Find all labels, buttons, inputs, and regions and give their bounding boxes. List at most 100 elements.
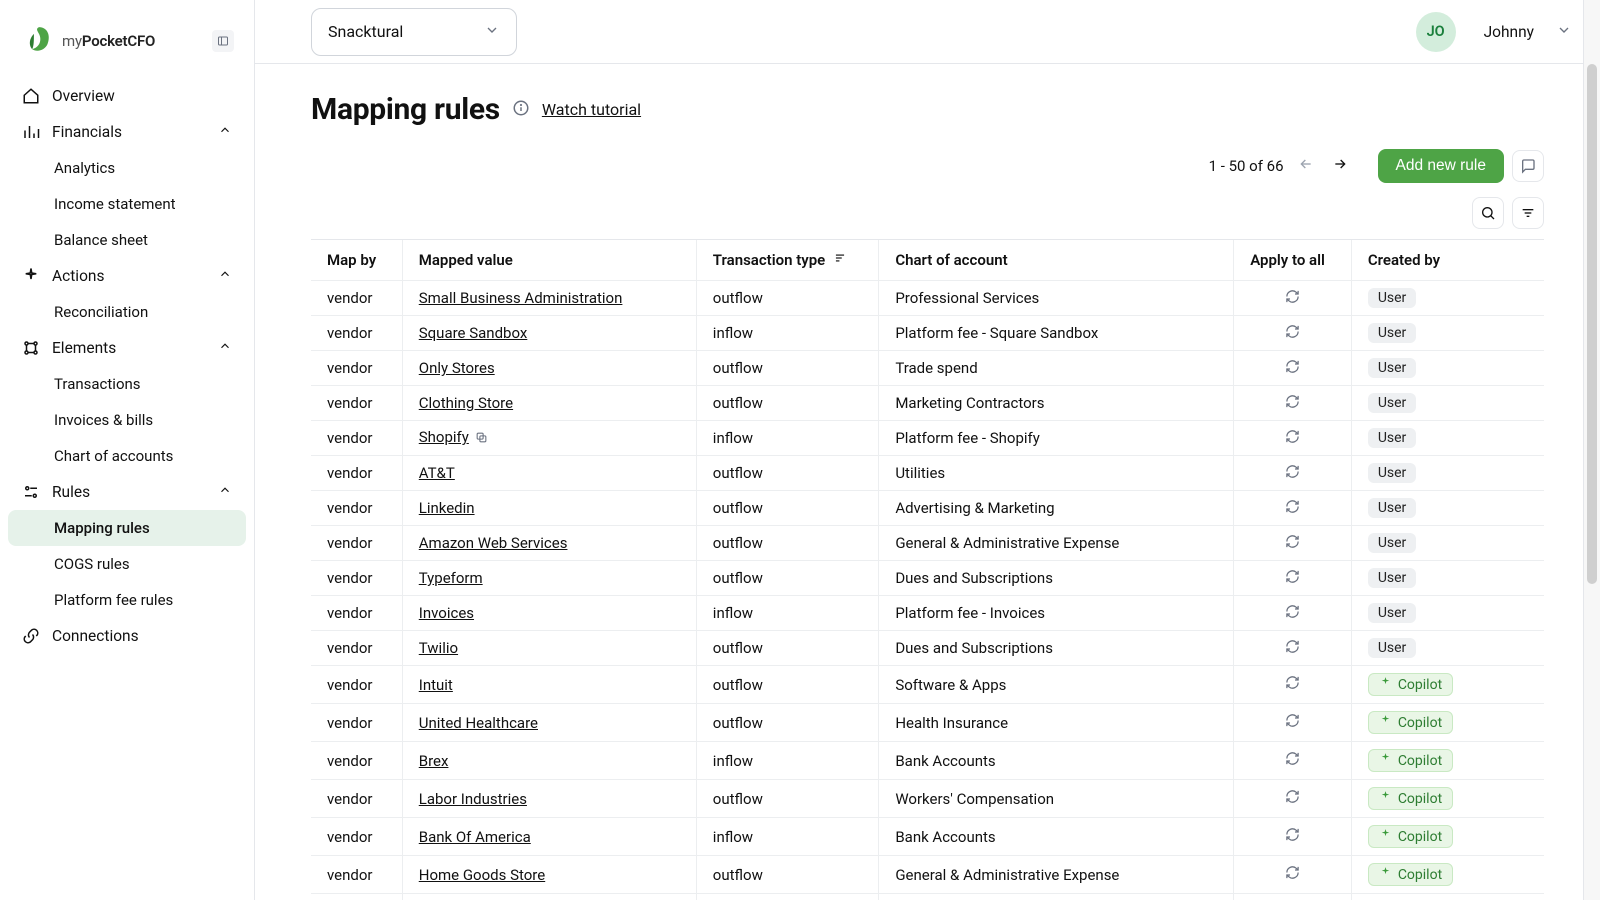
nav-rules[interactable]: Rules <box>8 474 246 510</box>
nav-elements[interactable]: Elements <box>8 330 246 366</box>
mapped-value-link[interactable]: Square Sandbox <box>419 324 528 342</box>
cell-apply-to-all <box>1234 666 1352 704</box>
th-apply-to-all[interactable]: Apply to all <box>1234 240 1352 281</box>
sidebar-collapse-button[interactable] <box>212 30 234 52</box>
refresh-icon[interactable] <box>1285 395 1300 413</box>
table-row[interactable]: vendorHome Goods StoreoutflowGeneral & A… <box>311 856 1544 894</box>
chart-icon <box>22 123 40 141</box>
copy-icon[interactable] <box>475 430 488 448</box>
table-row[interactable]: vendorIntuitoutflowSoftware & AppsCopilo… <box>311 666 1544 704</box>
vertical-scrollbar[interactable] <box>1583 0 1600 900</box>
sidebar-sub-item[interactable]: Transactions <box>8 366 246 402</box>
mapped-value-link[interactable]: Only Stores <box>419 359 495 377</box>
refresh-icon[interactable] <box>1285 676 1300 694</box>
mapped-value-link[interactable]: Twilio <box>419 639 458 657</box>
refresh-icon[interactable] <box>1285 714 1300 732</box>
th-mapped-value[interactable]: Mapped value <box>402 240 696 281</box>
sidebar-sub-item[interactable]: Platform fee rules <box>8 582 246 618</box>
creator-badge-user: User <box>1368 288 1416 308</box>
watch-tutorial-link[interactable]: Watch tutorial <box>542 100 641 119</box>
sidebar-sub-item[interactable]: Chart of accounts <box>8 438 246 474</box>
nav-label: Financials <box>52 123 122 141</box>
table-row[interactable]: vendorCalendlyoutflowSoftware & AppsCopi… <box>311 894 1544 900</box>
chevron-down-icon[interactable] <box>1556 22 1572 42</box>
table-row[interactable]: vendorTypeformoutflowDues and Subscripti… <box>311 561 1544 596</box>
cell-map-by: vendor <box>311 456 402 491</box>
refresh-icon[interactable] <box>1285 360 1300 378</box>
mapped-value-link[interactable]: Home Goods Store <box>419 866 545 884</box>
sidebar-sub-item[interactable]: Reconciliation <box>8 294 246 330</box>
th-created-by[interactable]: Created by <box>1351 240 1544 281</box>
mapped-value-link[interactable]: Invoices <box>419 604 474 622</box>
nav-overview[interactable]: Overview <box>8 78 246 114</box>
add-new-rule-button[interactable]: Add new rule <box>1378 149 1504 183</box>
sidebar-sub-item[interactable]: Mapping rules <box>8 510 246 546</box>
mapped-value-link[interactable]: Linkedin <box>419 499 475 517</box>
cell-mapped-value: Labor Industries <box>402 780 696 818</box>
mapped-value-link[interactable]: Clothing Store <box>419 394 513 412</box>
mapped-value-link[interactable]: AT&T <box>419 464 455 482</box>
refresh-icon[interactable] <box>1285 866 1300 884</box>
table-row[interactable]: vendorTwiliooutflowDues and Subscription… <box>311 631 1544 666</box>
refresh-icon[interactable] <box>1285 465 1300 483</box>
pager-prev[interactable] <box>1294 152 1318 180</box>
table-row[interactable]: vendorLabor IndustriesoutflowWorkers' Co… <box>311 780 1544 818</box>
mapped-value-link[interactable]: Shopify <box>419 428 469 446</box>
sparkle-icon <box>1379 752 1392 769</box>
refresh-icon[interactable] <box>1285 640 1300 658</box>
refresh-icon[interactable] <box>1285 535 1300 553</box>
company-select[interactable]: Snacktural <box>311 8 517 56</box>
mapped-value-link[interactable]: Bank Of America <box>419 828 531 846</box>
table-row[interactable]: vendorAT&ToutflowUtilitiesUser <box>311 456 1544 491</box>
cell-created-by: Copilot <box>1351 856 1544 894</box>
table-row[interactable]: vendorSquare SandboxinflowPlatform fee -… <box>311 316 1544 351</box>
refresh-icon[interactable] <box>1285 752 1300 770</box>
sidebar-sub-item[interactable]: Invoices & bills <box>8 402 246 438</box>
table-row[interactable]: vendorInvoicesinflowPlatform fee - Invoi… <box>311 596 1544 631</box>
pager-next[interactable] <box>1328 152 1352 180</box>
table-row[interactable]: vendorBrexinflowBank AccountsCopilot <box>311 742 1544 780</box>
sidebar-sub-item[interactable]: COGS rules <box>8 546 246 582</box>
table-row[interactable]: vendorOnly StoresoutflowTrade spendUser <box>311 351 1544 386</box>
table-row[interactable]: vendorShopifyinflowPlatform fee - Shopif… <box>311 421 1544 456</box>
table-row[interactable]: vendorAmazon Web ServicesoutflowGeneral … <box>311 526 1544 561</box>
refresh-icon[interactable] <box>1285 570 1300 588</box>
mapped-value-link[interactable]: Small Business Administration <box>419 289 623 307</box>
table-row[interactable]: vendorUnited HealthcareoutflowHealth Ins… <box>311 704 1544 742</box>
sidebar-sub-item[interactable]: Balance sheet <box>8 222 246 258</box>
th-map-by[interactable]: Map by <box>311 240 402 281</box>
mapped-value-link[interactable]: United Healthcare <box>419 714 538 732</box>
filter-button[interactable] <box>1512 197 1544 229</box>
brand-mark <box>22 22 56 60</box>
refresh-icon[interactable] <box>1285 325 1300 343</box>
refresh-icon[interactable] <box>1285 790 1300 808</box>
info-icon[interactable] <box>512 99 530 121</box>
table-row[interactable]: vendorClothing StoreoutflowMarketing Con… <box>311 386 1544 421</box>
comment-button[interactable] <box>1512 150 1544 182</box>
th-chart-of-account[interactable]: Chart of account <box>879 240 1234 281</box>
mapped-value-link[interactable]: Labor Industries <box>419 790 527 808</box>
refresh-icon[interactable] <box>1285 290 1300 308</box>
table-row[interactable]: vendorSmall Business Administrationoutfl… <box>311 281 1544 316</box>
mapped-value-link[interactable]: Amazon Web Services <box>419 534 568 552</box>
brand-logo[interactable]: myPocketCFO <box>22 22 155 60</box>
table-row[interactable]: vendorLinkedinoutflowAdvertising & Marke… <box>311 491 1544 526</box>
th-transaction-type[interactable]: Transaction type <box>696 240 879 281</box>
nav-connections[interactable]: Connections <box>8 618 246 654</box>
refresh-icon[interactable] <box>1285 500 1300 518</box>
company-select-value: Snacktural <box>328 22 403 41</box>
mapped-value-link[interactable]: Intuit <box>419 676 453 694</box>
nav-financials[interactable]: Financials <box>8 114 246 150</box>
refresh-icon[interactable] <box>1285 605 1300 623</box>
table-row[interactable]: vendorBank Of AmericainflowBank Accounts… <box>311 818 1544 856</box>
sidebar-sub-item[interactable]: Analytics <box>8 150 246 186</box>
mapped-value-link[interactable]: Brex <box>419 752 449 770</box>
mapped-value-link[interactable]: Typeform <box>419 569 483 587</box>
scrollbar-thumb[interactable] <box>1587 64 1597 584</box>
refresh-icon[interactable] <box>1285 828 1300 846</box>
refresh-icon[interactable] <box>1285 430 1300 448</box>
search-button[interactable] <box>1472 197 1504 229</box>
user-avatar[interactable]: JO <box>1416 12 1456 52</box>
nav-actions[interactable]: Actions <box>8 258 246 294</box>
sidebar-sub-item[interactable]: Income statement <box>8 186 246 222</box>
